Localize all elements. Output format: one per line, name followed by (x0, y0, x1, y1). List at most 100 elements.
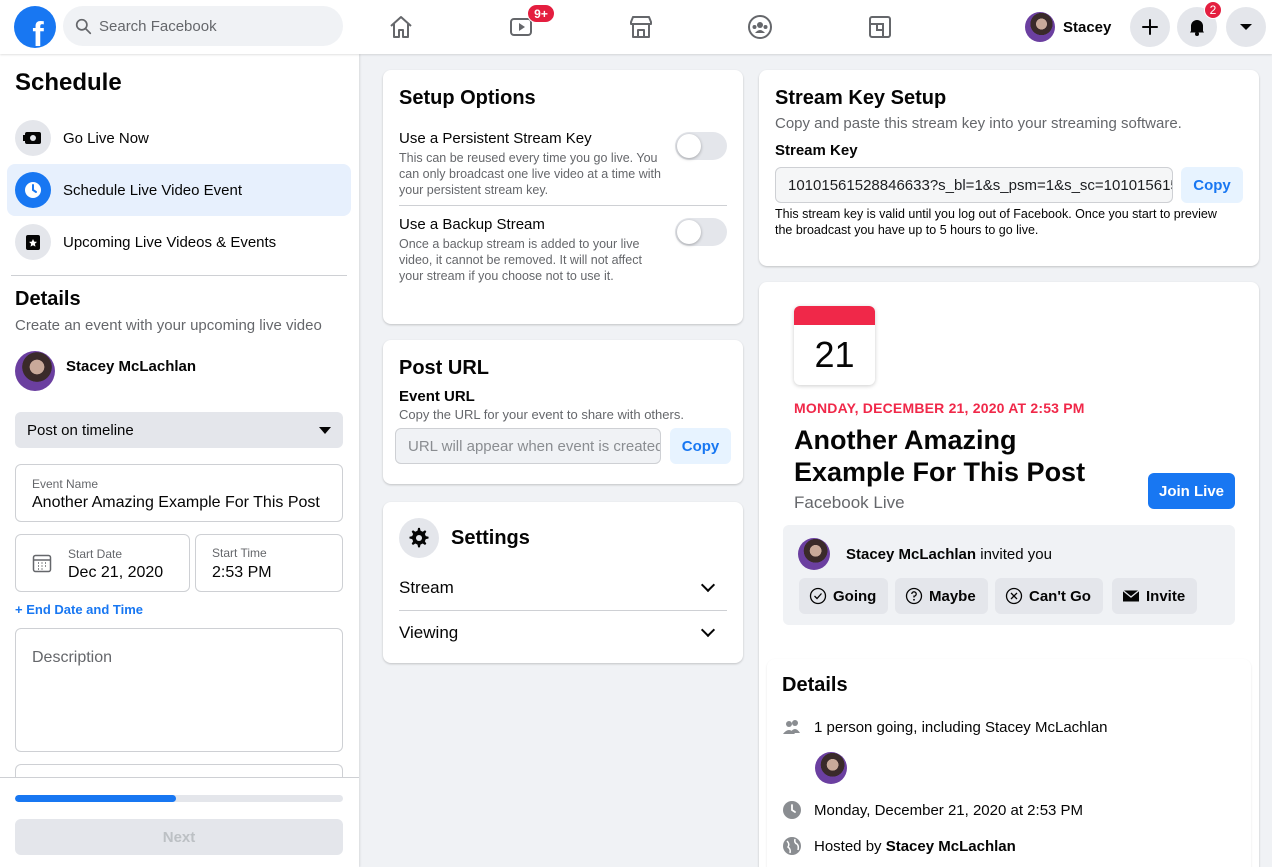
star-calendar-icon (15, 224, 51, 260)
event-date: MONDAY, DECEMBER 21, 2020 AT 2:53 PM (794, 400, 1085, 416)
invite-text: invited you (976, 545, 1052, 563)
backup-stream-toggle[interactable] (675, 218, 727, 246)
event-url-label: Event URL (399, 388, 475, 405)
going-button[interactable]: Going (799, 578, 889, 614)
invite-button[interactable]: Invite (1112, 578, 1198, 614)
schedule-sidebar: Schedule Go Live Now Schedule Live Video… (0, 54, 359, 867)
video-camera-icon (15, 120, 51, 156)
details-heading: Details (782, 674, 848, 696)
groups-icon[interactable] (745, 12, 775, 42)
next-button[interactable]: Next (15, 819, 343, 855)
card-title: Setup Options (399, 87, 536, 109)
progress-bar (15, 795, 343, 802)
plus-icon (1142, 19, 1158, 35)
copy-key-button[interactable]: Copy (1181, 167, 1243, 203)
account-menu-button[interactable] (1226, 7, 1266, 47)
sidebar-title: Schedule (15, 69, 122, 96)
bell-icon (1190, 20, 1204, 36)
field-value: 2:53 PM (212, 564, 272, 581)
field-label: Start Date (68, 547, 123, 561)
host-user: Stacey McLachlan (15, 351, 196, 391)
setup-options-card: Setup Options Use a Persistent Stream Ke… (383, 70, 743, 324)
search-box[interactable] (63, 6, 343, 46)
post-url-card: Post URL Event URL Copy the URL for your… (383, 340, 743, 484)
stream-key-input[interactable]: 10101561528846633?s_bl=1&s_psm=1&s_sc=10… (775, 167, 1173, 203)
question-circle-icon (905, 587, 923, 605)
globe-icon (783, 837, 801, 855)
description-field[interactable]: Description (15, 628, 343, 752)
avatar (15, 351, 55, 391)
start-date-field[interactable]: Start Date Dec 21, 2020 (15, 534, 190, 592)
create-button[interactable] (1130, 7, 1170, 47)
profile-chip[interactable]: Stacey (1025, 10, 1111, 44)
sidebar-item-upcoming[interactable]: Upcoming Live Videos & Events (7, 216, 351, 268)
join-live-button[interactable]: Join Live (1148, 473, 1235, 509)
top-navigation-bar: f 9+ Stacey 2 (0, 0, 1272, 54)
x-circle-icon (1005, 587, 1023, 605)
event-subtitle: Facebook Live (794, 493, 905, 512)
check-circle-icon (809, 587, 827, 605)
event-name-field[interactable]: Event Name Another Amazing Example For T… (15, 464, 343, 522)
calendar-icon (32, 554, 52, 573)
search-icon (75, 18, 92, 34)
rsvp-label: Can't Go (1029, 587, 1091, 605)
accordion-label: Viewing (399, 623, 459, 642)
start-time-field[interactable]: Start Time 2:53 PM (195, 534, 343, 592)
stream-key-card: Stream Key Setup Copy and paste this str… (759, 70, 1259, 266)
sidebar-footer: Next (0, 777, 359, 867)
inviter-name: Stacey McLachlan (846, 545, 977, 563)
field-label: Start Time (212, 546, 267, 560)
notification-count-badge: 2 (1204, 1, 1222, 19)
stream-key-label: Stream Key (775, 142, 858, 159)
rsvp-label: Invite (1146, 587, 1186, 605)
sidebar-item-label: Schedule Live Video Event (63, 181, 243, 199)
progress-fill (15, 795, 176, 802)
sidebar-item-go-live-now[interactable]: Go Live Now (7, 112, 351, 164)
gaming-icon[interactable] (865, 12, 895, 42)
option-title: Use a Backup Stream (399, 216, 545, 233)
event-url-description: Copy the URL for your event to share wit… (399, 407, 684, 422)
datetime-row: Monday, December 21, 2020 at 2:53 PM (782, 800, 1083, 820)
event-title: Another Amazing Example For This Post (794, 425, 1086, 487)
end-date-time-link[interactable]: + End Date and Time (15, 602, 143, 617)
option-description: Once a backup stream is added to your li… (399, 237, 642, 283)
chevron-down-icon (700, 622, 716, 638)
caret-down-icon (319, 426, 331, 434)
select-value: Post on timeline (27, 421, 134, 439)
cant-go-button[interactable]: Can't Go (995, 578, 1103, 614)
calendar-day: 21 (814, 334, 855, 375)
event-preview-card: 21 MONDAY, DECEMBER 21, 2020 AT 2:53 PM … (759, 282, 1259, 867)
post-destination-select[interactable]: Post on timeline (15, 412, 343, 448)
option-description: This can be reused every time you go liv… (399, 151, 661, 197)
card-title: Post URL (399, 357, 489, 379)
accordion-viewing[interactable]: Viewing (399, 611, 727, 655)
marketplace-store-icon[interactable] (626, 12, 656, 42)
maybe-button[interactable]: Maybe (895, 578, 988, 614)
copy-url-button[interactable]: Copy (670, 428, 731, 464)
accordion-stream[interactable]: Stream (399, 566, 727, 610)
home-icon[interactable] (386, 12, 416, 42)
event-url-input[interactable] (395, 428, 661, 464)
sidebar-item-schedule-live[interactable]: Schedule Live Video Event (7, 164, 351, 216)
attendee-avatar[interactable] (815, 752, 847, 784)
details-subtitle: Create an event with your upcoming live … (15, 317, 322, 334)
divider (399, 205, 727, 206)
sidebar-item-label: Upcoming Live Videos & Events (63, 233, 277, 251)
divider (11, 275, 347, 276)
host-name: Stacey McLachlan (66, 357, 197, 375)
field-label: Event Name (32, 477, 99, 491)
event-details-section: Details 1 person going, including Stacey… (767, 659, 1251, 867)
host-name-link[interactable]: Stacey McLachlan (886, 838, 1016, 855)
sidebar-item-label: Go Live Now (63, 129, 149, 147)
facebook-logo-icon[interactable]: f (14, 6, 56, 48)
profile-name: Stacey (1063, 18, 1112, 36)
description-placeholder: Description (32, 649, 113, 666)
option-title: Use a Persistent Stream Key (399, 130, 592, 147)
search-input[interactable] (99, 17, 319, 35)
calendar-date-badge: 21 (794, 306, 875, 385)
accordion-label: Stream (399, 578, 454, 597)
going-row: 1 person going, including Stacey McLachl… (782, 717, 1108, 737)
persistent-key-toggle[interactable] (675, 132, 727, 160)
invitation-line: Stacey McLachlan invited you (798, 538, 1052, 570)
envelope-icon (1122, 589, 1140, 602)
